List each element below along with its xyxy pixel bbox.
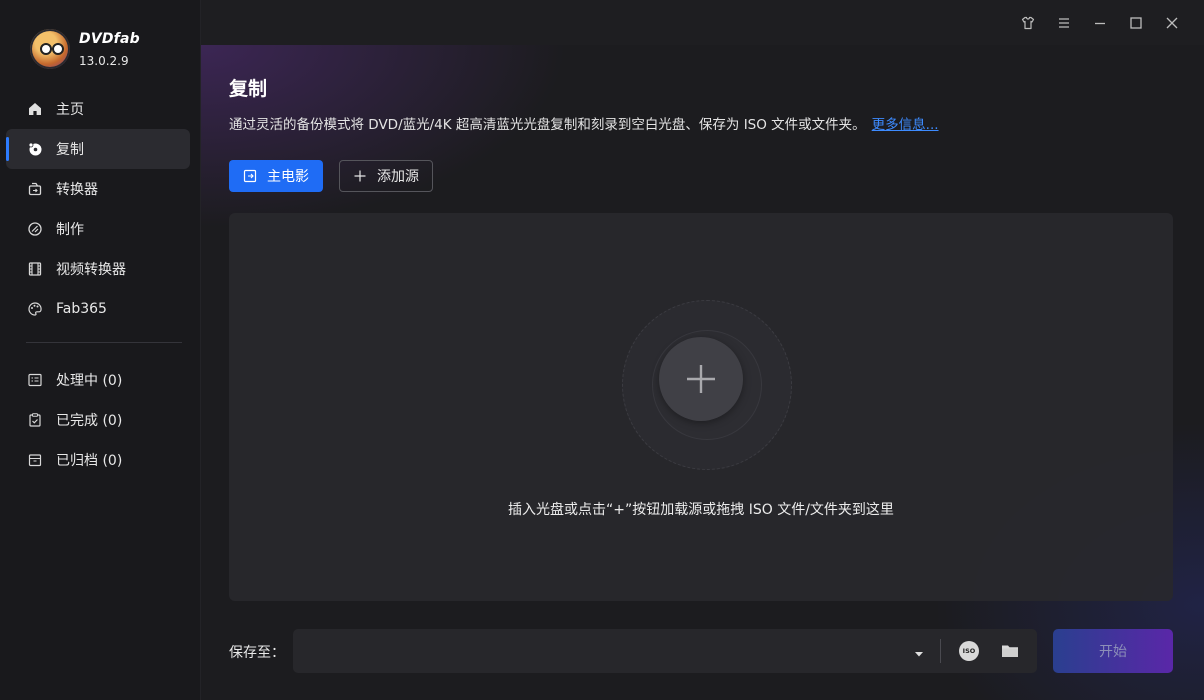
palette-icon: [27, 301, 43, 317]
mode-button-label: 主电影: [267, 169, 309, 185]
sidebar-item-label: 视频转换器: [56, 262, 126, 278]
iso-icon-label: ISO: [962, 647, 976, 655]
dvdfab-window: DVDfab 13.0.2.9 主页 复制 转换器 制作 视频转换器 Fab36…: [0, 0, 1204, 700]
app-version: 13.0.2.9: [79, 53, 129, 68]
mode-switch-icon: [243, 169, 257, 183]
sidebar-nav: 主页 复制 转换器 制作 视频转换器 Fab365 处理中 (0) 已完成 (0…: [6, 89, 190, 480]
brand-name: DVDfab: [79, 30, 140, 47]
iso-output-button[interactable]: ISO: [959, 641, 979, 661]
sidebar-item-fab365[interactable]: Fab365: [6, 289, 190, 329]
disc-copy-icon: [27, 141, 43, 157]
sidebar-item-home[interactable]: 主页: [6, 89, 190, 129]
sidebar-item-creator[interactable]: 制作: [6, 209, 190, 249]
brand: DVDfab 13.0.2.9: [30, 29, 140, 69]
large-plus-icon: [687, 365, 715, 393]
plus-icon: [353, 169, 367, 183]
sidebar-item-converter[interactable]: 转换器: [6, 169, 190, 209]
sidebar-item-label: 处理中 (0): [56, 373, 123, 389]
window-controls: [1010, 12, 1190, 34]
add-source-plus-button[interactable]: [659, 337, 743, 421]
converter-icon: [27, 181, 43, 197]
chevron-down-icon[interactable]: [913, 645, 925, 664]
sidebar: DVDfab 13.0.2.9 主页 复制 转换器 制作 视频转换器 Fab36…: [0, 0, 201, 700]
sidebar-item-label: Fab365: [56, 301, 107, 317]
source-dropzone[interactable]: 插入光盘或点击“+”按钮加载源或拖拽 ISO 文件/文件夹到这里: [229, 213, 1173, 601]
save-path-dropdown[interactable]: ISO: [293, 629, 1037, 673]
save-path-separator: [940, 639, 941, 663]
maximize-icon[interactable]: [1118, 12, 1154, 34]
sidebar-item-archived[interactable]: 已归档 (0): [6, 440, 190, 480]
sidebar-item-processing[interactable]: 处理中 (0): [6, 360, 190, 400]
close-icon[interactable]: [1154, 12, 1190, 34]
add-source-button[interactable]: 添加源: [339, 160, 433, 192]
sidebar-item-label: 复制: [56, 142, 84, 158]
sidebar-item-label: 主页: [56, 102, 84, 118]
menu-icon[interactable]: [1046, 12, 1082, 34]
skin-icon[interactable]: [1010, 12, 1046, 34]
folder-icon[interactable]: [1000, 641, 1020, 665]
sidebar-divider: [26, 342, 182, 343]
minimize-icon[interactable]: [1082, 12, 1118, 34]
archive-box-icon: [27, 452, 43, 468]
sidebar-item-label: 已完成 (0): [56, 413, 123, 429]
sidebar-item-copy[interactable]: 复制: [6, 129, 190, 169]
processing-list-icon: [27, 372, 43, 388]
sidebar-item-completed[interactable]: 已完成 (0): [6, 400, 190, 440]
sidebar-item-video-converter[interactable]: 视频转换器: [6, 249, 190, 289]
main-movie-mode-button[interactable]: 主电影: [229, 160, 323, 192]
more-info-link[interactable]: 更多信息...: [872, 117, 939, 133]
sidebar-item-label: 已归档 (0): [56, 453, 123, 469]
film-icon: [27, 261, 43, 277]
add-source-label: 添加源: [377, 169, 419, 185]
main-panel: 复制 通过灵活的备份模式将 DVD/蓝光/4K 超高清蓝光光盘复制和刻录到空白光…: [201, 45, 1204, 700]
page-title: 复制: [229, 78, 268, 100]
save-to-label: 保存至：: [229, 645, 285, 661]
title-bar: [201, 0, 1204, 45]
start-button[interactable]: 开始: [1053, 629, 1173, 673]
dropzone-hint: 插入光盘或点击“+”按钮加载源或拖拽 ISO 文件/文件夹到这里: [508, 502, 894, 518]
page-description: 通过灵活的备份模式将 DVD/蓝光/4K 超高清蓝光光盘复制和刻录到空白光盘、保…: [229, 113, 939, 133]
creator-icon: [27, 221, 43, 237]
sidebar-item-label: 制作: [56, 222, 84, 238]
dvdfab-logo-icon: [30, 29, 70, 69]
completed-clipboard-icon: [27, 412, 43, 428]
home-icon: [27, 101, 43, 117]
sidebar-item-label: 转换器: [56, 182, 98, 198]
description-text: 通过灵活的备份模式将 DVD/蓝光/4K 超高清蓝光光盘复制和刻录到空白光盘、保…: [229, 117, 866, 133]
